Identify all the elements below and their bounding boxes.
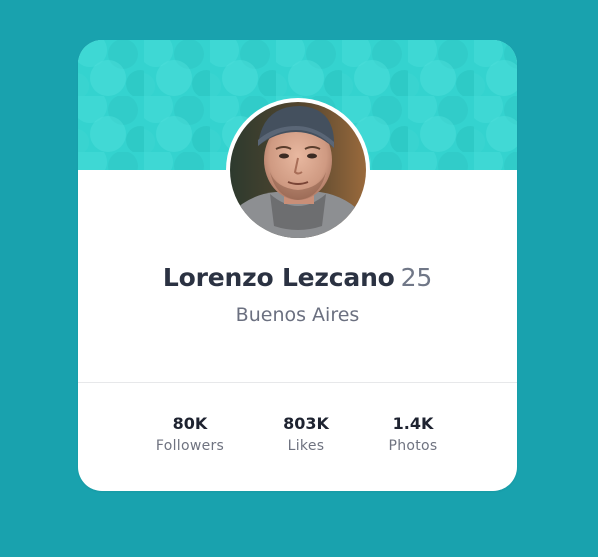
profile-age: 25 xyxy=(400,263,433,292)
divider xyxy=(78,382,517,383)
stat-followers[interactable]: 80K Followers xyxy=(130,413,250,457)
stat-label: Followers xyxy=(155,438,225,454)
profile-name-line: Lorenzo Lezcano 25 xyxy=(78,261,517,295)
stat-value: 803K xyxy=(283,414,329,433)
avatar[interactable] xyxy=(226,98,370,242)
profile-name: Lorenzo Lezcano xyxy=(162,263,395,292)
profile-location: Buenos Aires xyxy=(235,304,360,326)
stat-value: 1.4K xyxy=(392,414,434,433)
stat-label: Likes xyxy=(287,438,325,454)
stat-photos[interactable]: 1.4K Photos xyxy=(353,413,473,457)
stat-value: 80K xyxy=(172,414,208,433)
profile-card: Lorenzo Lezcano 25 Buenos Aires 80K Follo… xyxy=(78,40,517,491)
avatar-photo xyxy=(230,102,366,238)
stat-likes[interactable]: 803K Likes xyxy=(246,413,366,457)
stat-label: Photos xyxy=(388,438,438,454)
